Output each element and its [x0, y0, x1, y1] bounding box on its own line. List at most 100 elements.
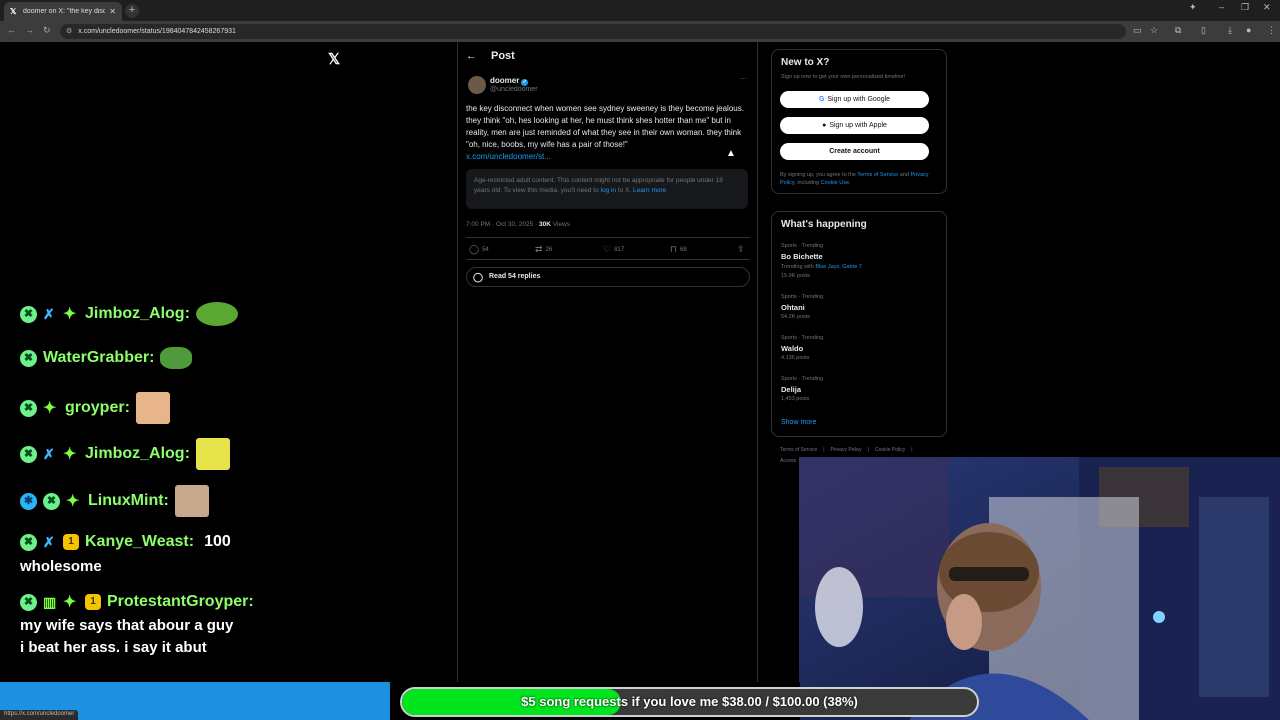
- author-handle[interactable]: @uncledoomer: [490, 86, 538, 93]
- address-url: x.com/uncledoomer/status/198404784245826…: [78, 28, 236, 35]
- trend-name[interactable]: Delija: [781, 385, 801, 394]
- donation-goal-text: $5 song requests if you love me $38.00 /…: [521, 694, 858, 709]
- chat-message: ✖ ✦ groyper:: [20, 392, 170, 424]
- cookie-link[interactable]: Cookie Use.: [821, 180, 851, 186]
- webcam-feed: [799, 457, 1280, 720]
- post-time[interactable]: 7:00 PM · Oct 30, 2025 ·: [466, 221, 537, 228]
- restore-icon[interactable]: ❐: [1241, 2, 1249, 13]
- show-more-link[interactable]: Show more: [781, 419, 816, 426]
- cast-icon[interactable]: ▭: [1133, 25, 1142, 36]
- browser-tabstrip: 𝕏 doomer on X: "the key disconn ✕ + ✦ – …: [0, 0, 1280, 21]
- stream-bottom-bar: $5 song requests if you love me $38.00 /…: [0, 682, 979, 720]
- trend-name[interactable]: Bo Bichette: [781, 252, 823, 261]
- chat-message: ✖ ✗ ✦ Jimboz_Alog:: [20, 438, 230, 470]
- post-link[interactable]: x.com/uncledoomer/st...: [466, 152, 551, 161]
- gold-badge-icon: 1: [85, 594, 101, 610]
- learn-more-link[interactable]: Learn more: [633, 187, 666, 194]
- avatar[interactable]: [468, 76, 486, 94]
- signup-subtitle: Sign up now to get your own personalized…: [781, 74, 906, 80]
- x-favicon-icon: 𝕏: [10, 7, 17, 16]
- x-logo-icon[interactable]: 𝕏: [328, 50, 340, 68]
- mod-badge-icon: ✖: [20, 445, 37, 463]
- age-restriction-notice: Age-restricted adult content. This conte…: [466, 169, 748, 209]
- chat-message: ✱ ✖ ✦ LinuxMint:: [20, 485, 209, 517]
- bookmark-button[interactable]: ⊓ 68: [670, 244, 687, 255]
- chat-message: ✖ ▥ ✦ 1 ProtestantGroyper:: [20, 592, 254, 612]
- trend-context-link[interactable]: Blue Jays, Game 7: [815, 264, 861, 270]
- repost-button[interactable]: ⇄ 26: [535, 244, 552, 255]
- trend-posts: 15.9K posts: [781, 273, 811, 279]
- post-column: ← Post doomer ✓ @uncledoomer ··· the key …: [457, 42, 758, 682]
- trends-title: What's happening: [781, 219, 867, 230]
- address-bar[interactable]: ⚙ x.com/uncledoomer/status/19840478424582…: [60, 24, 1126, 39]
- terms-link[interactable]: Terms of Service: [857, 172, 898, 178]
- minimize-icon[interactable]: –: [1219, 2, 1224, 12]
- browser-tab[interactable]: 𝕏 doomer on X: "the key disconn ✕: [4, 2, 122, 21]
- reload-icon[interactable]: ↻: [43, 25, 51, 36]
- chat-username: Jimboz_Alog:: [85, 445, 190, 462]
- login-link[interactable]: log in: [601, 187, 617, 194]
- chat-message: ✖ ✗ 1 Kanye_Weast: 100: [20, 533, 231, 551]
- footer-privacy-link[interactable]: Privacy Policy: [831, 447, 862, 453]
- new-tab-button[interactable]: +: [125, 4, 139, 18]
- back-arrow-icon[interactable]: ←: [466, 50, 477, 62]
- trend-category: Sports · Trending: [781, 376, 824, 382]
- signup-card: New to X? Sign up now to get your own pe…: [771, 49, 947, 194]
- trend-posts: 54.2K posts: [781, 314, 811, 320]
- chat-username: WaterGrabber:: [43, 349, 155, 366]
- profile-icon[interactable]: ●: [1246, 25, 1251, 35]
- reply-bubble-icon: ◯: [473, 272, 484, 282]
- reply-button[interactable]: ◯ 54: [469, 244, 489, 255]
- site-info-icon[interactable]: ⚙: [66, 28, 72, 35]
- chat-text-inline: 100: [204, 533, 231, 550]
- gold-badge-icon: 1: [63, 534, 79, 550]
- google-icon: G: [818, 96, 825, 103]
- more-options-icon[interactable]: ···: [739, 74, 747, 83]
- post-header-title: Post: [491, 50, 515, 62]
- blue-badge-icon: ✱: [20, 492, 37, 510]
- like-button[interactable]: ♡ 817: [603, 244, 624, 255]
- chat-username: Jimboz_Alog:: [85, 305, 190, 322]
- forward-icon[interactable]: →: [25, 25, 34, 35]
- footer-accessibility-link[interactable]: Access: [780, 458, 796, 464]
- trend-name[interactable]: Waldo: [781, 344, 803, 353]
- share-button[interactable]: ⇪: [737, 244, 745, 255]
- bookmark-icon: ⊓: [670, 244, 678, 254]
- footer-cookie-link[interactable]: Cookie Policy: [875, 447, 905, 453]
- signup-apple-button[interactable]: ● Sign up with Apple: [780, 117, 929, 134]
- bookmark-star-icon[interactable]: ☆: [1150, 25, 1158, 36]
- trend-name[interactable]: Ohtani: [781, 303, 805, 312]
- sidebar-icon[interactable]: ▯: [1201, 25, 1206, 36]
- signup-title: New to X?: [781, 57, 830, 68]
- mod-badge-icon: ✖: [20, 349, 37, 367]
- read-replies-button[interactable]: ◯ Read 54 replies: [466, 267, 750, 287]
- window-close-icon[interactable]: ✕: [1263, 2, 1271, 13]
- author-name[interactable]: doomer ✓: [490, 76, 529, 86]
- repost-icon: ⇄: [535, 244, 543, 254]
- create-account-button[interactable]: Create account: [780, 143, 929, 160]
- trends-card: What's happening Sports · Trending Bo Bi…: [771, 211, 947, 437]
- trend-category: Sports · Trending: [781, 294, 824, 300]
- tab-close-icon[interactable]: ✕: [109, 7, 116, 16]
- star-badge-icon: ✦: [63, 594, 77, 611]
- signup-google-button[interactable]: G Sign up with Google: [780, 91, 929, 108]
- star-badge-icon: ✦: [63, 306, 77, 323]
- mouse-cursor-icon: ▲: [726, 148, 736, 159]
- chat-message: ✖ ✗ ✦ Jimboz_Alog:: [20, 302, 238, 326]
- extensions-icon[interactable]: ⧉: [1175, 25, 1181, 36]
- extension-sparkle-icon[interactable]: ✦: [1189, 2, 1197, 13]
- mod-badge-icon: ✖: [43, 492, 60, 510]
- footer-terms-link[interactable]: Terms of Service: [780, 447, 817, 453]
- mod-badge-icon: ✖: [20, 305, 37, 323]
- chat-message: ✖ WaterGrabber:: [20, 347, 193, 369]
- face-emote-icon: [135, 392, 170, 424]
- chat-text: i beat her ass. i say it abut: [20, 639, 207, 656]
- download-icon[interactable]: ⤓: [1228, 25, 1232, 36]
- menu-icon[interactable]: ⋮: [1267, 25, 1276, 36]
- mod-badge-icon: ✖: [20, 399, 37, 417]
- star-badge-icon: ✦: [66, 493, 80, 510]
- trend-category: Sports · Trending: [781, 243, 824, 249]
- divider: [466, 259, 750, 260]
- trend-context: Trending with Blue Jays, Game 7: [781, 264, 862, 270]
- back-icon[interactable]: ←: [7, 25, 16, 35]
